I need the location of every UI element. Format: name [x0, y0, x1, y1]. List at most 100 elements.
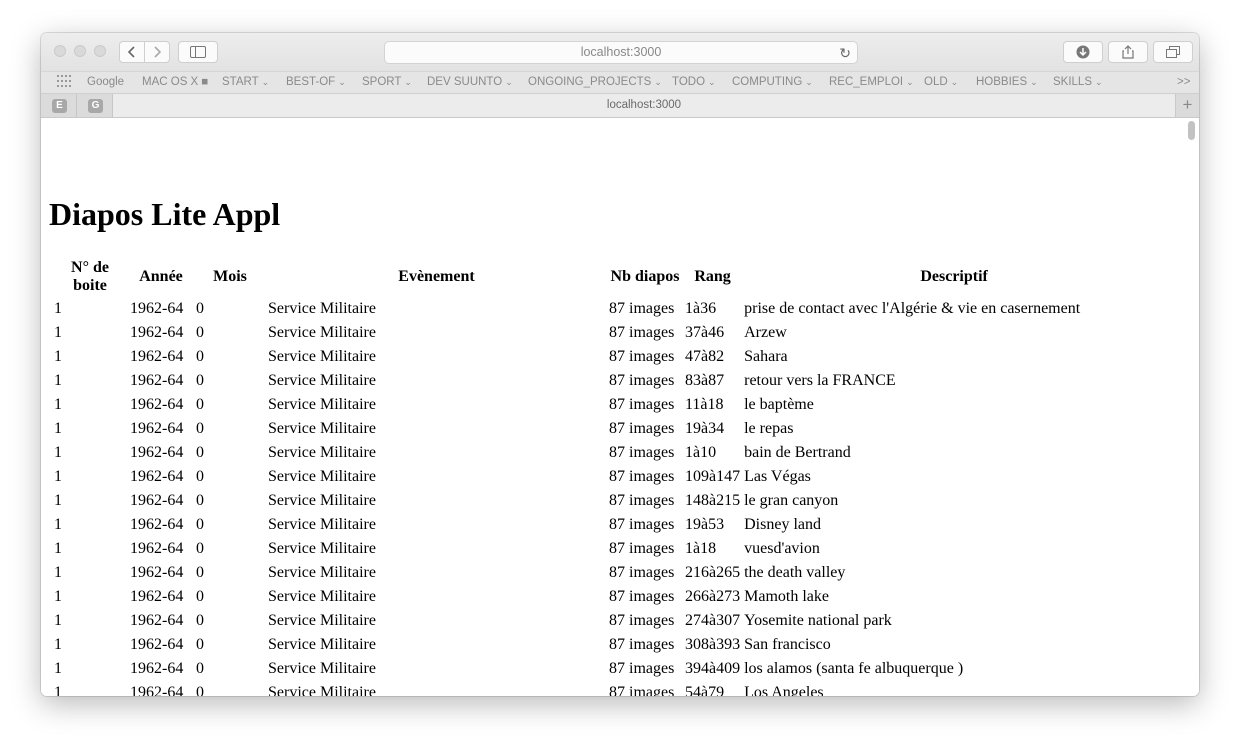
- bookmark-folder-todo[interactable]: TODO ⌄: [672, 76, 716, 88]
- table-body: 1 1962-64 0 Service Militaire 87 images 1à36 p…: [53, 298, 1165, 696]
- cell-box-number: 1: [54, 588, 62, 605]
- cell-slide-count: 87 images: [609, 564, 675, 581]
- chevron-down-icon: ⌄: [805, 77, 813, 87]
- cell-year: 1962-64: [130, 660, 184, 677]
- column-header-year: Année: [139, 268, 183, 285]
- cell-year: 1962-64: [130, 564, 184, 581]
- cell-box-number: 1: [54, 612, 62, 629]
- bookmark-folder-dev-suunto[interactable]: DEV SUUNTO ⌄: [427, 76, 513, 88]
- tabs-overview-button[interactable]: [1153, 41, 1193, 63]
- apps-grid-icon[interactable]: [57, 75, 71, 90]
- cell-range: 274à307: [685, 612, 741, 629]
- cell-range: 47à82: [685, 348, 725, 365]
- bookmark-mac-os-x[interactable]: MAC OS X ■: [142, 76, 208, 88]
- share-button[interactable]: [1108, 41, 1148, 63]
- cell-month: 0: [196, 348, 204, 365]
- cell-range: 1à10: [685, 444, 717, 461]
- cell-range: 394à409: [685, 660, 741, 677]
- cell-year: 1962-64: [130, 636, 184, 653]
- cell-box-number: 1: [54, 468, 62, 485]
- cell-event: Service Militaire: [268, 612, 376, 629]
- chevron-down-icon: ⌄: [654, 77, 662, 87]
- cell-description: Sahara: [744, 348, 788, 365]
- cell-description: Arzew: [744, 324, 787, 341]
- chevron-down-icon: ⌄: [906, 77, 914, 87]
- bookmark-folder-start[interactable]: START ⌄: [222, 76, 269, 88]
- bookmark-folder-ongoing-projects[interactable]: ONGOING_PROJECTS ⌄: [528, 76, 662, 88]
- bookmark-folder-computing[interactable]: COMPUTING ⌄: [732, 76, 813, 88]
- table-row: 1 1962-64 0 Service Militaire 87 images 148à2…: [53, 490, 1165, 512]
- chevron-down-icon: ⌄: [708, 77, 716, 87]
- cell-event: Service Militaire: [268, 492, 376, 509]
- cell-event: Service Militaire: [268, 300, 376, 317]
- table-row: 1 1962-64 0 Service Militaire 87 images 308à3…: [53, 634, 1165, 656]
- cell-year: 1962-64: [130, 324, 184, 341]
- tab-title: localhost:3000: [606, 99, 682, 111]
- address-bar[interactable]: localhost:3000 ↻: [384, 41, 858, 64]
- sidebar-button[interactable]: [178, 41, 218, 63]
- table-row: 1 1962-64 0 Service Militaire 87 images 274à3…: [53, 610, 1165, 632]
- bookmark-google[interactable]: Google: [87, 76, 124, 88]
- cell-event: Service Militaire: [268, 372, 376, 389]
- cell-box-number: 1: [54, 516, 62, 533]
- bookmark-folder-skills[interactable]: SKILLS ⌄: [1053, 76, 1103, 88]
- column-header-description: Descriptif: [920, 268, 988, 285]
- cell-range: 83à87: [685, 372, 725, 389]
- table-row: 1 1962-64 0 Service Militaire 87 images 83à87…: [53, 370, 1165, 392]
- cell-slide-count: 87 images: [609, 660, 675, 677]
- cell-range: 11à18: [685, 396, 724, 413]
- cell-year: 1962-64: [130, 684, 184, 696]
- cell-range: 37à46: [685, 324, 725, 341]
- cell-description: bain de Bertrand: [744, 444, 851, 461]
- cell-event: Service Militaire: [268, 396, 376, 413]
- cell-slide-count: 87 images: [609, 516, 675, 533]
- cell-range: 148à215: [685, 492, 741, 509]
- close-window-button[interactable]: [54, 45, 66, 57]
- zoom-window-button[interactable]: [94, 45, 106, 57]
- cell-year: 1962-64: [130, 444, 184, 461]
- bookmark-folder-old[interactable]: OLD ⌄: [924, 76, 958, 88]
- chevron-down-icon: ⌄: [338, 77, 346, 87]
- cell-slide-count: 87 images: [609, 636, 675, 653]
- table-row: 1 1962-64 0 Service Militaire 87 images 47à82…: [53, 346, 1165, 368]
- chevron-left-icon: [128, 46, 135, 58]
- cell-range: 19à53: [685, 516, 725, 533]
- bookmark-folder-sport[interactable]: SPORT ⌄: [362, 76, 412, 88]
- cell-event: Service Militaire: [268, 420, 376, 437]
- pinned-tab-e[interactable]: E: [52, 99, 67, 113]
- cell-description: Disney land: [744, 516, 821, 533]
- downloads-button[interactable]: [1063, 41, 1103, 63]
- back-button[interactable]: [119, 41, 145, 63]
- table-row: 1 1962-64 0 Service Militaire 87 images 1à10 b…: [53, 442, 1165, 464]
- reload-icon[interactable]: ↻: [839, 43, 851, 64]
- cell-range: 1à36: [685, 300, 717, 317]
- cell-event: Service Militaire: [268, 636, 376, 653]
- cell-slide-count: 87 images: [609, 420, 675, 437]
- cell-description: los alamos (santa fe albuquerque ): [744, 660, 964, 677]
- forward-button[interactable]: [144, 41, 170, 63]
- new-tab-button[interactable]: +: [1175, 94, 1199, 117]
- bookmarks-overflow-button[interactable]: >>: [1177, 76, 1190, 88]
- page-title: Diapos Lite Appl: [49, 196, 281, 232]
- cell-year: 1962-64: [130, 372, 184, 389]
- cell-description: Yosemite national park: [744, 612, 892, 629]
- tab-active[interactable]: localhost:3000: [113, 94, 1175, 117]
- cell-box-number: 1: [54, 636, 62, 653]
- cell-description: vuesd'avion: [744, 540, 820, 557]
- cell-event: Service Militaire: [268, 588, 376, 605]
- scrollbar-thumb[interactable]: [1188, 121, 1195, 140]
- chevron-down-icon: ⌄: [261, 77, 270, 87]
- bookmark-folder-rec-emploi[interactable]: REC_EMPLOI ⌄: [829, 76, 914, 88]
- minimize-window-button[interactable]: [74, 45, 86, 57]
- bookmark-folder-best-of[interactable]: BEST-OF ⌄: [286, 76, 346, 88]
- bookmarks-bar: Google MAC OS X ■ START ⌄ BEST-OF ⌄ SPORT ⌄…: [41, 71, 1199, 94]
- cell-description: le repas: [744, 420, 794, 437]
- cell-slide-count: 87 images: [609, 684, 675, 696]
- tabs-icon: [1166, 46, 1180, 58]
- tab-bar: E G localhost:3000 +: [41, 94, 1199, 118]
- bookmark-folder-hobbies[interactable]: HOBBIES ⌄: [976, 76, 1038, 88]
- pinned-tab-g[interactable]: G: [88, 99, 103, 113]
- cell-slide-count: 87 images: [609, 492, 675, 509]
- cell-box-number: 1: [54, 564, 62, 581]
- cell-event: Service Militaire: [268, 540, 376, 557]
